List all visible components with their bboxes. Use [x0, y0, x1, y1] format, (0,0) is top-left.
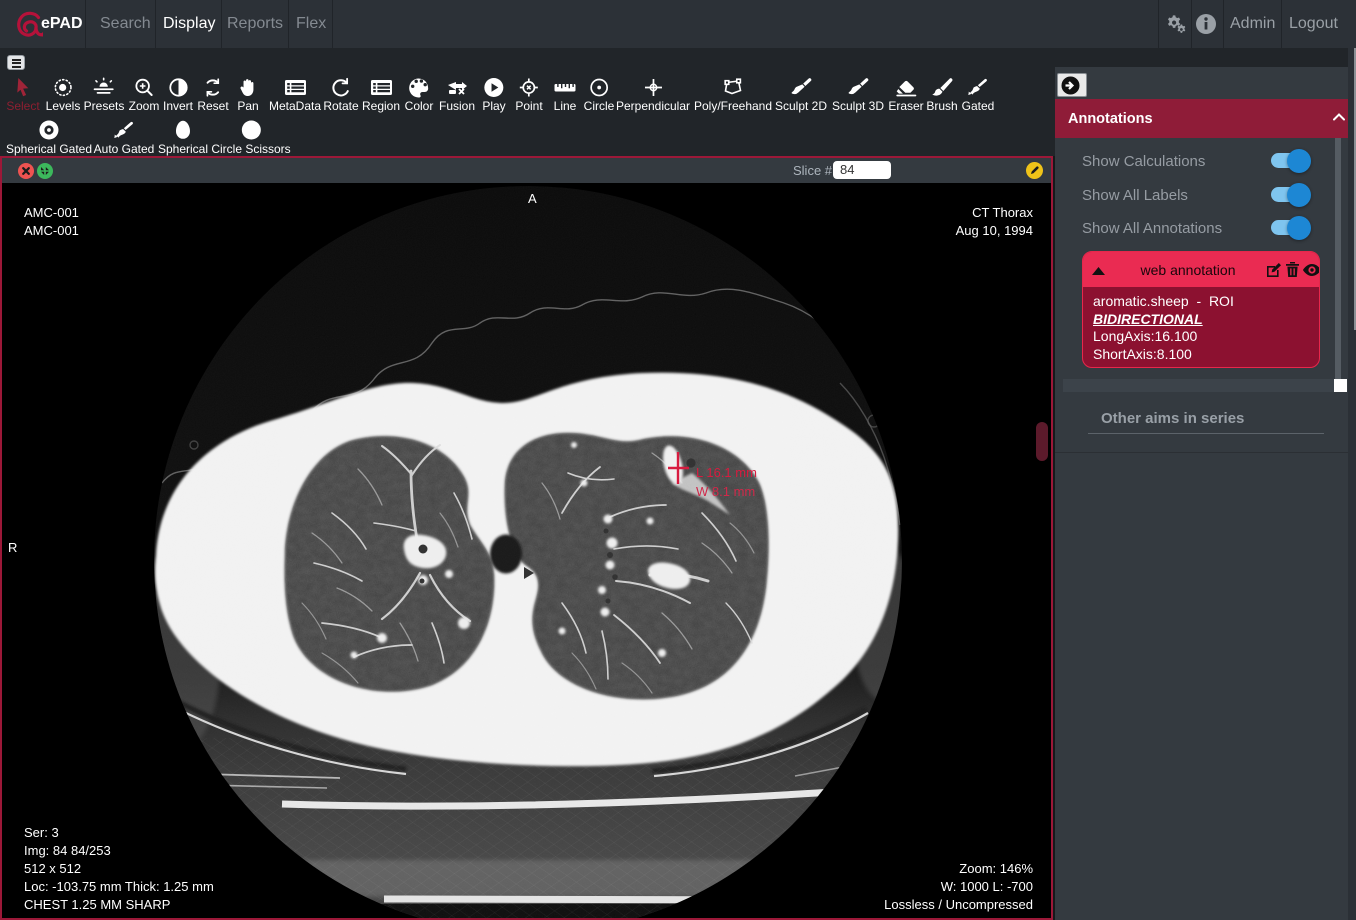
svg-text:L 16.1 mm: L 16.1 mm [696, 465, 757, 480]
svg-text:W 8.1 mm: W 8.1 mm [696, 484, 755, 499]
